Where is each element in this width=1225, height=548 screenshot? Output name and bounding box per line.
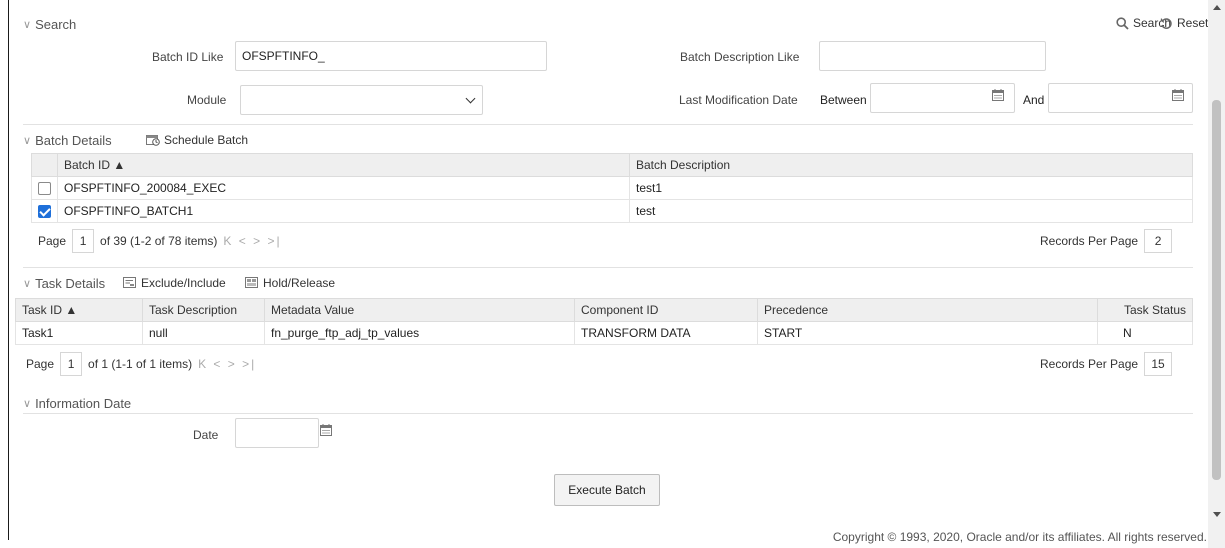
task-table: Task ID ▲ Task Description Metadata Valu… xyxy=(15,298,1193,345)
search-section-header[interactable]: ∨ Search xyxy=(23,17,76,32)
schedule-batch-label: Schedule Batch xyxy=(164,133,249,147)
scroll-up-arrow-icon[interactable] xyxy=(1213,5,1221,10)
records-per-page-input[interactable]: 15 xyxy=(1144,352,1173,376)
task-records-per-page: Records Per Page 15 xyxy=(1040,352,1173,376)
reset-icon xyxy=(1160,17,1172,29)
pagination-nav-icons[interactable]: K < > >| xyxy=(198,357,256,371)
task-details-title: Task Details xyxy=(35,276,106,291)
table-row[interactable]: OFSPFTINFO_BATCH1 test xyxy=(31,199,1193,223)
batch-pager: Page 1 of 39 (1-2 of 78 items) K < > >| xyxy=(38,229,282,253)
task-description-cell: null xyxy=(142,321,265,345)
calendar-icon[interactable] xyxy=(1172,89,1184,101)
column-header-metadata-value[interactable]: Metadata Value xyxy=(264,298,575,322)
column-header-task-status[interactable]: Task Status xyxy=(1097,298,1193,322)
precedence-cell: START xyxy=(757,321,1098,345)
batch-description-label: Batch Description Like xyxy=(680,50,800,64)
task-status-cell: N xyxy=(1097,321,1193,345)
chevron-down-icon: ∨ xyxy=(23,278,32,290)
batch-description-cell: test1 xyxy=(629,176,1193,200)
row-checkbox[interactable] xyxy=(38,182,51,196)
hold-release-icon xyxy=(245,277,258,288)
task-pager: Page 1 of 1 (1-1 of 1 items) K < > >| xyxy=(26,352,256,376)
batch-description-input[interactable] xyxy=(819,41,1046,71)
column-header-task-id[interactable]: Task ID ▲ xyxy=(15,298,143,322)
last-modification-date-label: Last Modification Date xyxy=(679,93,798,107)
search-section-title: Search xyxy=(35,17,77,32)
batch-records-per-page: Records Per Page 2 xyxy=(1040,229,1173,253)
schedule-batch-button[interactable]: Schedule Batch xyxy=(146,133,248,147)
copyright-footer: Copyright © 1993, 2020, Oracle and/or it… xyxy=(832,530,1207,544)
reset-button[interactable]: Reset xyxy=(1160,16,1208,30)
scrollbar-thumb[interactable] xyxy=(1212,100,1221,480)
date-label: Date xyxy=(193,428,219,442)
calendar-icon[interactable] xyxy=(320,424,332,436)
chevron-down-icon: ∨ xyxy=(23,398,32,410)
batch-id-input[interactable]: OFSPFTINFO_ xyxy=(235,41,547,71)
exclude-include-label: Exclude/Include xyxy=(141,276,226,290)
batch-description-cell: test xyxy=(629,199,1193,223)
between-label: Between xyxy=(820,93,867,107)
reset-button-label: Reset xyxy=(1177,16,1209,30)
information-date-section-header[interactable]: ∨ Information Date xyxy=(23,396,131,411)
column-header-precedence[interactable]: Precedence xyxy=(757,298,1098,322)
batch-id-cell: OFSPFTINFO_BATCH1 xyxy=(57,199,630,223)
column-header-batch-id[interactable]: Batch ID ▲ xyxy=(57,153,630,177)
table-row[interactable]: OFSPFTINFO_200084_EXEC test1 xyxy=(31,176,1193,200)
table-header-row: Task ID ▲ Task Description Metadata Valu… xyxy=(15,298,1193,322)
records-per-page-input[interactable]: 2 xyxy=(1144,229,1173,253)
chevron-down-icon: ∨ xyxy=(23,135,32,147)
search-icon xyxy=(1116,16,1129,30)
module-select[interactable] xyxy=(240,85,483,115)
hold-release-label: Hold/Release xyxy=(263,276,336,290)
batch-details-section-header[interactable]: ∨ Batch Details xyxy=(23,133,112,148)
information-date-input[interactable] xyxy=(235,418,319,448)
divider xyxy=(23,124,1193,125)
page-label: Page xyxy=(38,234,67,248)
row-select-cell xyxy=(31,176,58,200)
column-header-component-id[interactable]: Component ID xyxy=(574,298,758,322)
and-label: And xyxy=(1023,93,1045,107)
pagination-nav-icons[interactable]: K < > >| xyxy=(223,234,281,248)
table-header-row: Batch ID ▲ Batch Description xyxy=(31,153,1193,177)
module-label: Module xyxy=(187,93,227,107)
column-header-batch-description[interactable]: Batch Description xyxy=(629,153,1193,177)
row-select-cell xyxy=(31,199,58,223)
hold-release-button[interactable]: Hold/Release xyxy=(245,276,335,290)
schedule-icon xyxy=(146,135,160,146)
table-row[interactable]: Task1 null fn_purge_ftp_adj_tp_values TR… xyxy=(15,321,1193,345)
exclude-include-icon xyxy=(123,277,136,288)
component-id-cell: TRANSFORM DATA xyxy=(574,321,758,345)
select-column-header xyxy=(31,153,58,177)
main-panel: ∨ Search Search Reset Batch ID Like OFSP… xyxy=(8,0,1208,540)
batch-details-title: Batch Details xyxy=(35,133,112,148)
vertical-scrollbar[interactable] xyxy=(1208,0,1225,548)
chevron-down-icon xyxy=(465,93,476,104)
page-info: of 39 (1-2 of 78 items) xyxy=(100,234,218,248)
divider xyxy=(23,413,1193,414)
column-header-task-description[interactable]: Task Description xyxy=(142,298,265,322)
row-checkbox-checked[interactable] xyxy=(38,205,51,219)
batch-table: Batch ID ▲ Batch Description OFSPFTINFO_… xyxy=(31,153,1193,223)
divider xyxy=(23,267,1193,268)
records-per-page-label: Records Per Page xyxy=(1040,234,1139,248)
chevron-down-icon: ∨ xyxy=(23,19,32,31)
page-number-input[interactable]: 1 xyxy=(72,229,95,253)
execute-batch-button[interactable]: Execute Batch xyxy=(554,474,660,506)
metadata-value-cell: fn_purge_ftp_adj_tp_values xyxy=(264,321,575,345)
page-info: of 1 (1-1 of 1 items) xyxy=(88,357,193,371)
records-per-page-label: Records Per Page xyxy=(1040,357,1139,371)
exclude-include-button[interactable]: Exclude/Include xyxy=(123,276,226,290)
batch-id-label: Batch ID Like xyxy=(152,50,224,64)
calendar-icon[interactable] xyxy=(992,89,1004,101)
scroll-down-arrow-icon[interactable] xyxy=(1213,512,1221,517)
page-label: Page xyxy=(26,357,55,371)
task-details-section-header[interactable]: ∨ Task Details xyxy=(23,276,105,291)
batch-id-cell: OFSPFTINFO_200084_EXEC xyxy=(57,176,630,200)
information-date-title: Information Date xyxy=(35,396,132,411)
task-id-cell: Task1 xyxy=(15,321,143,345)
page-number-input[interactable]: 1 xyxy=(60,352,83,376)
